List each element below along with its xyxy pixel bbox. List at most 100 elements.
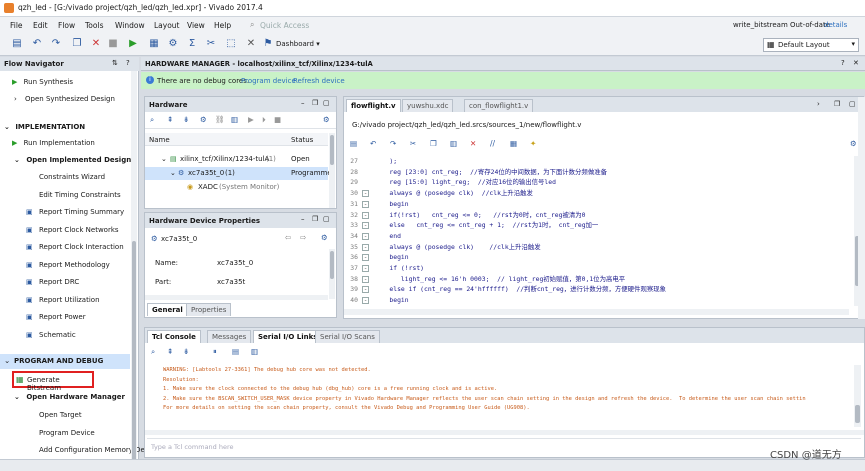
run-icon[interactable]: ▶ (127, 38, 139, 50)
fold-toggle-icon[interactable]: - (362, 190, 369, 198)
nav-open-impl-design[interactable]: ⌄ Open Implemented Design (14, 154, 131, 166)
gear-icon[interactable]: ⚙ (850, 139, 857, 148)
fold-toggle-icon[interactable]: - (362, 297, 369, 305)
format-icon[interactable]: ▦ (510, 139, 517, 148)
nav-program-device[interactable]: Program Device (39, 427, 95, 439)
menu-layout[interactable]: Layout (154, 21, 180, 30)
dashboard-dropdown[interactable]: Dashboard ▾ (276, 40, 320, 48)
forward-icon[interactable]: ⇨ (300, 233, 306, 242)
nav-run-synthesis[interactable]: ▶ Run Synthesis (12, 76, 73, 88)
console-scrollbar[interactable] (854, 365, 861, 427)
minimize-icon[interactable]: – (301, 215, 305, 223)
menu-tools[interactable]: Tools (85, 21, 103, 30)
tab-messages[interactable]: Messages (207, 330, 252, 343)
props-hscroll[interactable] (145, 295, 328, 300)
fold-toggle-icon[interactable]: - (362, 232, 369, 240)
nav-impl-item[interactable]: ▣ Report Methodology (26, 259, 110, 271)
scrollbar-thumb[interactable] (330, 251, 334, 279)
menu-file[interactable]: File (10, 21, 23, 30)
console-hscroll[interactable] (145, 430, 864, 435)
help-icon[interactable]: ? (126, 59, 130, 67)
fold-toggle-icon[interactable]: - (362, 211, 369, 219)
tab-con-flowflight1-v[interactable]: con_flowflight1.v (464, 99, 534, 112)
flag-icon[interactable]: ⚑ (262, 38, 274, 50)
new-project-icon[interactable]: ▤ (11, 38, 23, 50)
flow-nav-scrollbar[interactable] (131, 71, 137, 471)
tab-serial-io-scans[interactable]: Serial I/O Scans (315, 330, 380, 343)
expand-all-icon[interactable]: ⇟ (183, 115, 189, 124)
paste-icon[interactable]: ▥ (450, 139, 457, 148)
nav-open-target[interactable]: Open Target (39, 409, 82, 421)
program-device-link[interactable]: Program device (241, 77, 296, 85)
nav-impl-item[interactable]: ▣ Report DRC (26, 276, 79, 288)
delete-icon[interactable]: ▥ (251, 347, 258, 356)
restore-icon[interactable]: ❐ (312, 215, 318, 223)
nav-generate-bitstream[interactable]: ▦ Generate Bitstream (12, 371, 94, 392)
pause-icon[interactable]: ⏸ (213, 347, 217, 357)
quick-access-field[interactable]: ⌕ Quick Access (248, 19, 348, 32)
cut-icon[interactable]: ✂ (410, 139, 416, 148)
collapse-all-icon[interactable]: ⇞ (167, 115, 173, 124)
tree-row-device[interactable]: ⌄ ⚙ xc7a35t_0 (1) Programme (145, 167, 332, 180)
scrollbar-thumb[interactable] (132, 241, 136, 461)
scrollbar-thumb[interactable] (330, 135, 334, 165)
sum-icon[interactable]: Σ (186, 38, 198, 50)
redo-icon[interactable]: ↷ (390, 139, 396, 148)
fold-toggle-icon[interactable]: - (362, 265, 369, 272)
nav-open-synth-design[interactable]: › Open Synthesized Design (14, 93, 115, 105)
bitstream-icon[interactable]: ▦ (148, 38, 160, 50)
tcl-command-input[interactable]: Type a Tcl command here (147, 438, 861, 455)
restore-icon[interactable]: ❐ (312, 99, 318, 107)
fold-toggle-icon[interactable]: - (362, 222, 369, 230)
settings-icon[interactable]: ⚙ (167, 38, 179, 50)
open-icon[interactable]: ↶ (31, 38, 43, 50)
nav-impl-item[interactable]: ▣ Report Clock Interaction (26, 241, 124, 253)
copy-icon[interactable]: ❐ (71, 38, 83, 50)
tab-yuwshu-xdc[interactable]: yuwshu.xdc (402, 99, 454, 112)
step-icon[interactable]: ⏵ (262, 115, 266, 125)
fold-toggle-icon[interactable]: - (362, 243, 369, 251)
fold-toggle-icon[interactable]: - (362, 275, 369, 283)
gear-icon[interactable]: ⚙ (323, 115, 330, 124)
tree-row-xadc[interactable]: ◉ XADC (System Monitor) (145, 181, 328, 194)
hardware-scrollbar[interactable] (329, 133, 335, 208)
menu-help[interactable]: Help (214, 21, 231, 30)
collapse-icon[interactable]: ⇞ (167, 347, 173, 356)
delete-icon[interactable]: ✕ (470, 139, 476, 148)
run-icon[interactable]: ▶ (248, 115, 254, 124)
nav-impl-item[interactable]: ▣ Schematic (26, 329, 76, 341)
chevron-right-icon[interactable]: › (817, 100, 820, 108)
nav-impl-item[interactable]: ▣ Report Clock Networks (26, 224, 119, 236)
fold-toggle-icon[interactable]: - (362, 286, 369, 294)
cut-icon[interactable]: ✂ (205, 38, 217, 50)
undo-icon[interactable]: ↶ (370, 139, 376, 148)
minimize-icon[interactable]: – (301, 99, 305, 107)
nav-add-config-memory[interactable]: Add Configuration Memory De (39, 444, 145, 456)
restore-icon[interactable]: ❐ (834, 100, 840, 108)
stop-icon[interactable]: ■ (274, 115, 281, 124)
menu-flow[interactable]: Flow (58, 21, 75, 30)
sort-icon[interactable]: ⇅ (112, 59, 118, 67)
gear-icon[interactable]: ⚙ (321, 233, 328, 242)
section-program-debug[interactable]: ⌄ PROGRAM AND DEBUG (0, 354, 130, 369)
section-implementation[interactable]: ⌄ IMPLEMENTATION (4, 121, 85, 133)
link-icon[interactable]: ⛓ (215, 115, 225, 124)
comment-icon[interactable]: // (490, 139, 495, 148)
fold-toggle-icon[interactable]: - (362, 254, 369, 262)
search-icon[interactable]: ⌕ (151, 347, 155, 357)
nav-impl-item[interactable]: ▣ Report Timing Summary (26, 206, 124, 218)
layout-select[interactable]: ▦ Default Layout ▾ (763, 38, 859, 52)
col-name[interactable]: Name (149, 136, 170, 144)
maximize-icon[interactable]: ▢ (323, 99, 330, 107)
redo-icon[interactable]: ↷ (50, 38, 62, 50)
tab-flowflight-v[interactable]: flowflight.v (346, 99, 401, 112)
save-icon[interactable]: ▤ (350, 139, 357, 148)
scrollbar-thumb[interactable] (855, 405, 860, 423)
props-scrollbar[interactable] (329, 249, 335, 299)
tab-serial-io-links[interactable]: Serial I/O Links (253, 330, 323, 343)
col-status[interactable]: Status (291, 136, 313, 144)
menu-window[interactable]: Window (115, 21, 145, 30)
nav-run-implementation[interactable]: ▶ Run Implementation (12, 137, 95, 149)
tab-tcl-console[interactable]: Tcl Console (147, 330, 201, 343)
clear-icon[interactable]: ▤ (232, 347, 239, 356)
